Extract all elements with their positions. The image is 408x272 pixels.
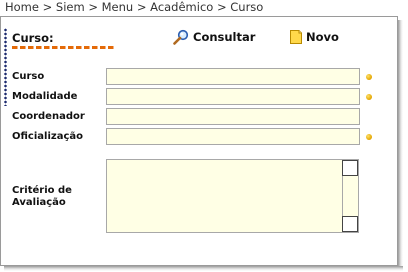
scroll-down-button[interactable] — [342, 216, 358, 232]
textarea-scrollbar[interactable] — [342, 160, 358, 232]
coordenador-label: Coordenador — [12, 111, 85, 122]
modalidade-label: Modalidade — [12, 91, 78, 102]
panel-shadow-bottom — [4, 266, 403, 271]
required-dot-icon — [366, 74, 372, 80]
consultar-label: Consultar — [193, 30, 256, 44]
criterio-label-line2: Avaliação — [12, 197, 66, 208]
criterio-avaliacao-textarea[interactable] — [106, 159, 359, 233]
oficializacao-field[interactable] — [106, 128, 360, 145]
section-title-underline — [12, 46, 116, 49]
novo-label: Novo — [306, 30, 339, 44]
required-dot-icon — [366, 134, 372, 140]
curso-field[interactable] — [106, 68, 360, 85]
decorative-dotted-line — [4, 28, 7, 106]
breadcrumb: Home > Siem > Menu > Acadêmico > Curso — [5, 0, 264, 14]
scroll-up-button[interactable] — [342, 160, 358, 176]
section-title: Curso: — [12, 31, 54, 45]
modalidade-field[interactable] — [106, 88, 360, 105]
oficializacao-label: Oficialização — [12, 131, 83, 142]
required-dot-icon — [366, 94, 372, 100]
coordenador-field[interactable] — [106, 108, 360, 125]
novo-button[interactable]: Novo — [289, 29, 339, 45]
new-document-icon — [289, 29, 303, 45]
curso-label: Curso — [12, 71, 45, 82]
panel-shadow-right — [398, 20, 403, 270]
criterio-label-line1: Critério de — [12, 185, 72, 196]
magnifier-icon — [172, 29, 190, 45]
consultar-button[interactable]: Consultar — [172, 29, 255, 45]
